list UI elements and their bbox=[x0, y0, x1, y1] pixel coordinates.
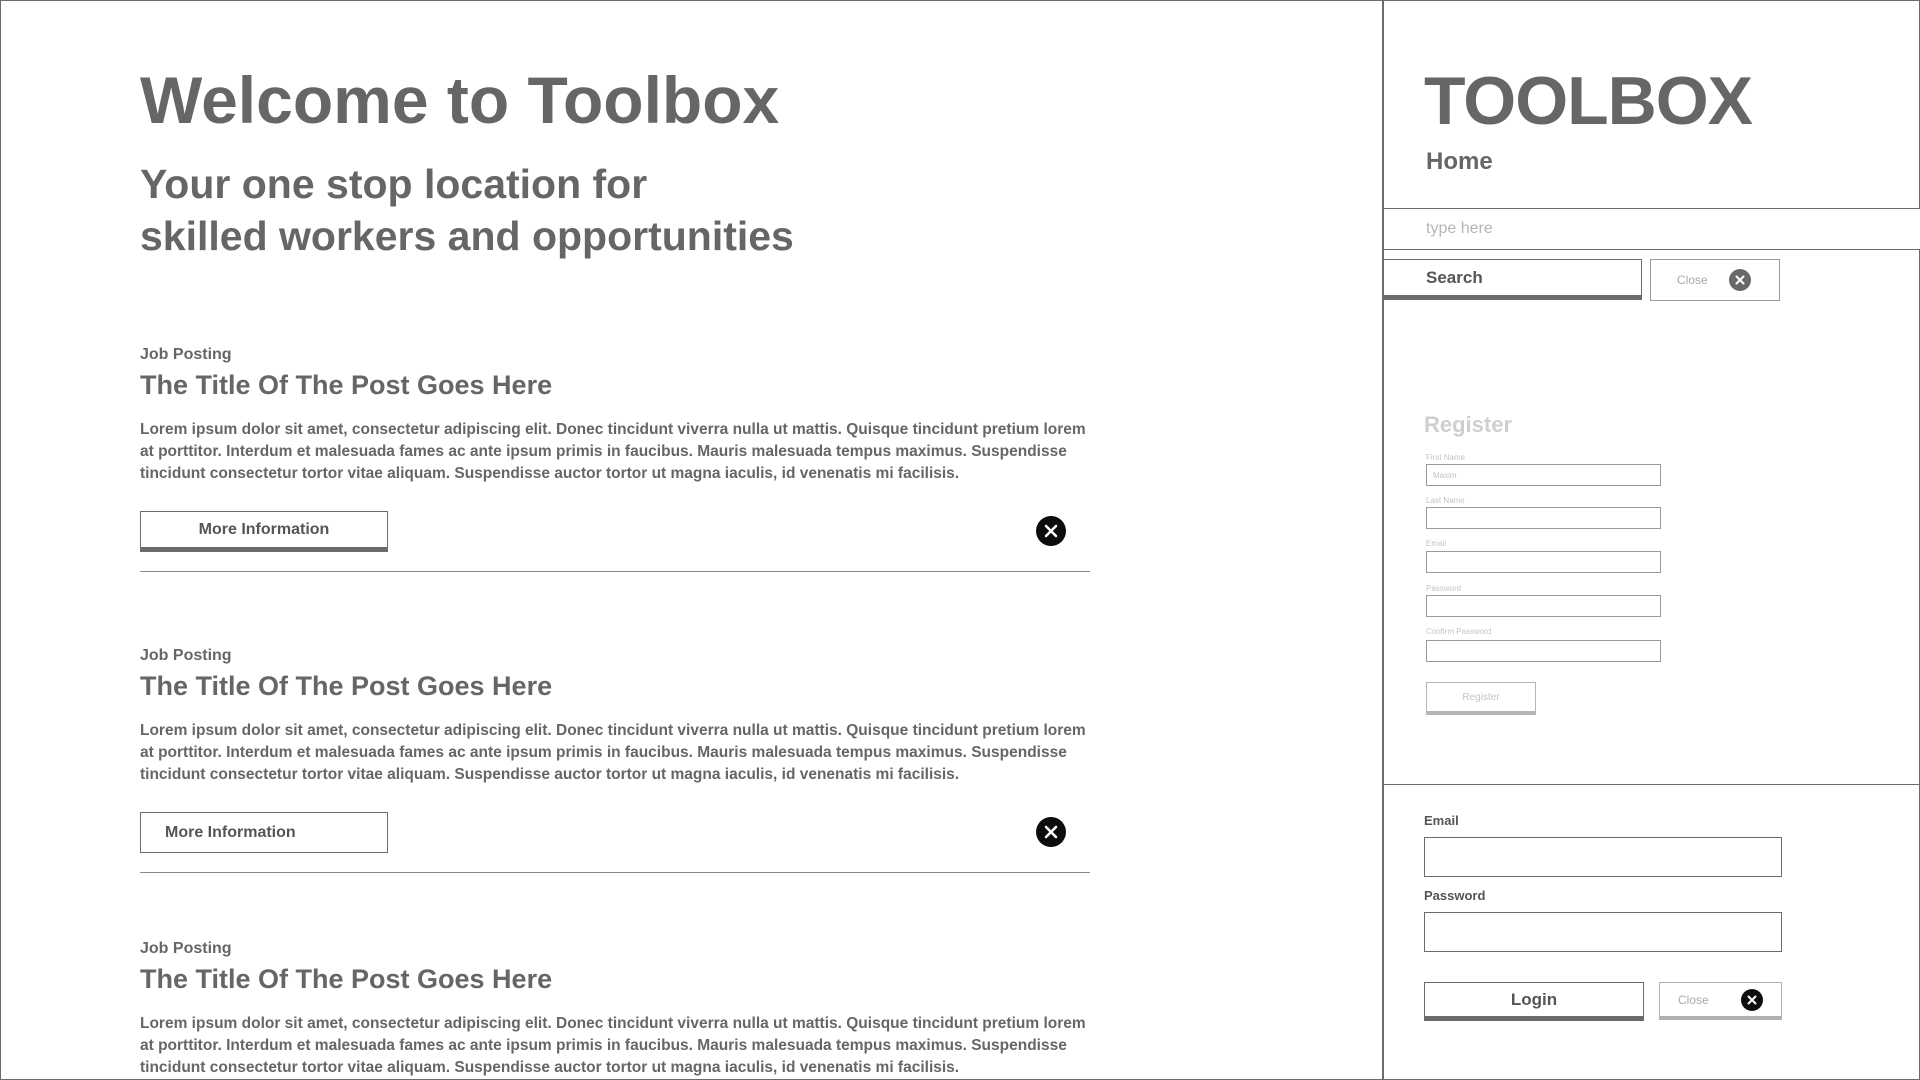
sidebar: TOOLBOX Home Search Close Register First… bbox=[1382, 0, 1920, 1080]
job-post: Job Posting The Title Of The Post Goes H… bbox=[140, 940, 1090, 1079]
hero-subtitle: Your one stop location for skilled worke… bbox=[140, 158, 840, 262]
post-actions: More Information bbox=[140, 511, 1090, 553]
more-information-button[interactable]: More Information bbox=[140, 812, 388, 853]
post-actions: More Information bbox=[140, 812, 1090, 854]
close-circle-icon[interactable] bbox=[1036, 817, 1066, 847]
hero-title: Welcome to Toolbox bbox=[140, 63, 780, 137]
post-title: The Title Of The Post Goes Here bbox=[140, 964, 553, 994]
brand-logo[interactable]: TOOLBOX bbox=[1424, 62, 1753, 140]
more-information-button[interactable]: More Information bbox=[140, 511, 388, 552]
close-circle-icon bbox=[1729, 269, 1751, 291]
register-title: Register bbox=[1424, 412, 1513, 437]
login-email-field[interactable] bbox=[1424, 837, 1782, 877]
register-button[interactable]: Register bbox=[1426, 682, 1536, 715]
first-name-field[interactable] bbox=[1426, 464, 1661, 486]
login-password-field[interactable] bbox=[1424, 912, 1782, 952]
job-post: Job Posting The Title Of The Post Goes H… bbox=[140, 346, 1090, 553]
nav-home-link[interactable]: Home bbox=[1426, 148, 1493, 176]
hero-subtitle-line-2: skilled workers and opportunities bbox=[140, 213, 794, 259]
search-button[interactable]: Search bbox=[1384, 259, 1642, 300]
post-body: Lorem ipsum dolor sit amet, consectetur … bbox=[140, 722, 1086, 783]
register-email-label: Email bbox=[1426, 539, 1447, 548]
close-circle-icon bbox=[1741, 988, 1763, 1011]
register-email-field[interactable] bbox=[1426, 551, 1661, 573]
post-body: Lorem ipsum dolor sit amet, consectetur … bbox=[140, 1015, 1086, 1076]
search-close-button[interactable]: Close bbox=[1650, 259, 1780, 301]
login-email-label: Email bbox=[1424, 813, 1459, 828]
confirm-password-field[interactable] bbox=[1426, 640, 1661, 662]
login-button[interactable]: Login bbox=[1424, 982, 1644, 1021]
close-circle-icon[interactable] bbox=[1036, 516, 1066, 546]
confirm-password-label: Confirm Password bbox=[1426, 627, 1492, 636]
post-divider bbox=[140, 872, 1090, 873]
close-label: Close bbox=[1678, 992, 1709, 1007]
job-post: Job Posting The Title Of The Post Goes H… bbox=[140, 647, 1090, 854]
hero-subtitle-line-1: Your one stop location for bbox=[140, 161, 648, 207]
post-kicker: Job Posting bbox=[140, 647, 232, 664]
close-label: Close bbox=[1677, 273, 1708, 287]
register-password-label: Password bbox=[1426, 584, 1462, 593]
post-kicker: Job Posting bbox=[140, 940, 232, 957]
post-body: Lorem ipsum dolor sit amet, consectetur … bbox=[140, 421, 1086, 482]
post-kicker: Job Posting bbox=[140, 346, 232, 363]
post-title: The Title Of The Post Goes Here bbox=[140, 370, 553, 400]
post-divider bbox=[140, 571, 1090, 572]
sidebar-divider bbox=[1384, 784, 1920, 785]
first-name-label: First Name bbox=[1426, 453, 1466, 462]
login-close-button[interactable]: Close bbox=[1659, 982, 1782, 1020]
search-input[interactable] bbox=[1384, 208, 1920, 250]
post-title: The Title Of The Post Goes Here bbox=[140, 671, 553, 701]
last-name-field[interactable] bbox=[1426, 507, 1661, 529]
register-password-field[interactable] bbox=[1426, 595, 1661, 617]
last-name-label: Last Name bbox=[1426, 496, 1465, 505]
login-password-label: Password bbox=[1424, 888, 1486, 903]
main-content: Welcome to Toolbox Your one stop locatio… bbox=[0, 0, 1382, 1080]
